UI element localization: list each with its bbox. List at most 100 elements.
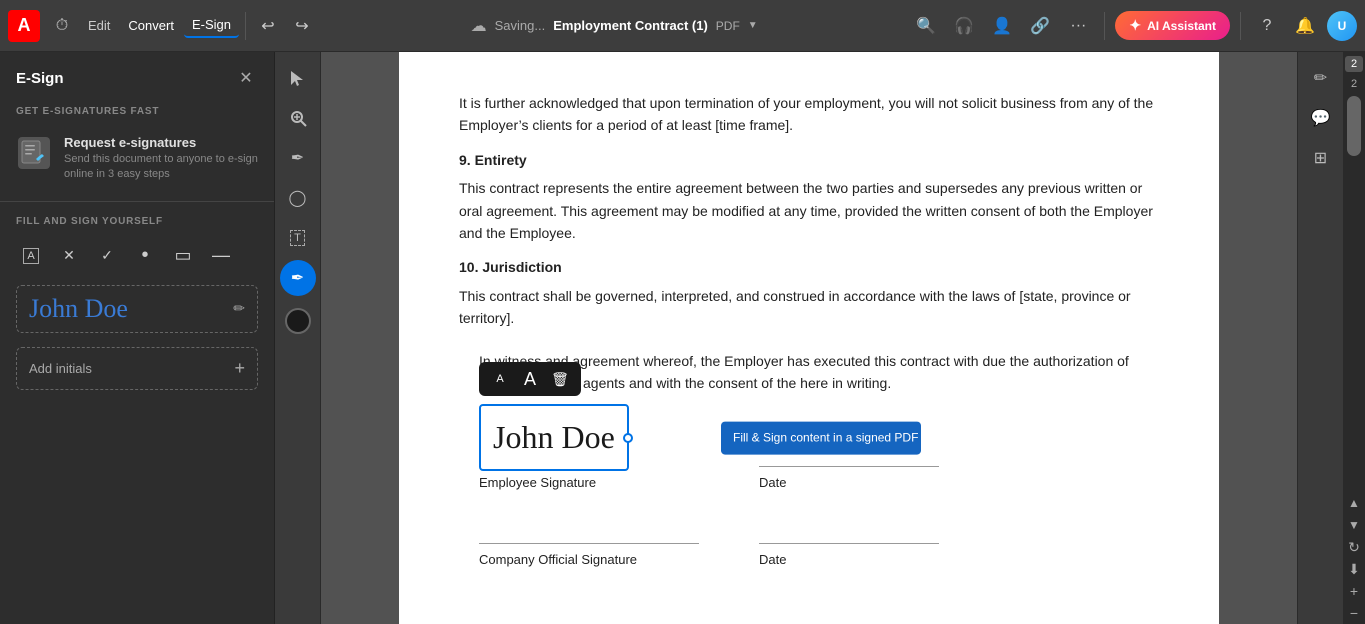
- cloud-icon: ☁: [471, 16, 487, 36]
- help-btn[interactable]: ?: [1251, 10, 1283, 42]
- text-tool-btn[interactable]: A: [16, 241, 46, 271]
- right-grid-btn[interactable]: ⊞: [1303, 140, 1339, 176]
- sig-delete-btn[interactable]: 🗑: [545, 366, 575, 392]
- zoom-out-btn[interactable]: −: [1343, 602, 1365, 624]
- page-number-badge: 2: [1345, 56, 1363, 72]
- request-desc: Send this document to anyone to e-sign o…: [64, 152, 258, 183]
- text-select-btn[interactable]: T: [280, 220, 316, 256]
- sig-resize-handle[interactable]: [623, 433, 633, 443]
- sig-tooltip-wrapper: Fill & Sign content in a signed PDF can’…: [721, 421, 921, 454]
- zoom-icon: [289, 109, 307, 127]
- right-edit-btn[interactable]: ✏: [1303, 60, 1339, 96]
- section9-text: This contract represents the entire agre…: [459, 177, 1159, 244]
- request-esignatures-card[interactable]: Request e-signatures Send this document …: [0, 125, 274, 193]
- acrobat-logo: A: [8, 10, 40, 42]
- cross-tool-btn[interactable]: ✕: [54, 241, 84, 271]
- main-toolbar: A ⏱ Edit Convert E-Sign ↩ ↪ ☁ Saving... …: [0, 0, 1365, 52]
- date2-field[interactable]: [759, 514, 939, 544]
- search-btn[interactable]: 🔍: [910, 10, 942, 42]
- check-tool-btn[interactable]: ✓: [92, 241, 122, 271]
- toolbar-divider-1: [245, 12, 246, 40]
- document-area: It is further acknowledged that upon ter…: [321, 52, 1297, 624]
- scroll-track: [1343, 92, 1365, 492]
- sig-font-small-btn[interactable]: A: [485, 366, 515, 392]
- esign-menu[interactable]: E-Sign: [184, 13, 239, 38]
- document-page: It is further acknowledged that upon ter…: [399, 52, 1219, 624]
- convert-menu[interactable]: Convert: [120, 14, 182, 37]
- preamble-paragraph: It is further acknowledged that upon ter…: [459, 92, 1159, 137]
- pen-tool-btn[interactable]: ✒: [280, 140, 316, 176]
- company-sig-field[interactable]: [479, 514, 699, 544]
- date2-col: Date: [759, 514, 939, 571]
- sig-font-large-btn[interactable]: A: [515, 366, 545, 392]
- link-btn[interactable]: 🔗: [1024, 10, 1056, 42]
- employee-sig-label: Employee Signature: [479, 473, 699, 494]
- more-btn[interactable]: ···: [1062, 10, 1094, 42]
- text-tool-icon: A: [23, 248, 38, 264]
- request-title: Request e-signatures: [64, 135, 258, 150]
- right-comment-btn[interactable]: 💬: [1303, 100, 1339, 136]
- download-btn[interactable]: ⬇: [1343, 558, 1365, 580]
- fill-tools-row: A ✕ ✓ • ▭ —: [0, 235, 274, 277]
- sidebar-close-btn[interactable]: ✕: [234, 66, 258, 90]
- add-initials-label: Add initials: [29, 361, 92, 376]
- employee-sig-col: John Doe Fill & Sign content in a signed…: [479, 404, 699, 494]
- request-icon-img: [18, 137, 50, 169]
- employee-sig-box[interactable]: John Doe: [479, 404, 629, 471]
- add-initials-btn[interactable]: Add initials +: [16, 347, 258, 390]
- cursor-tool-btn[interactable]: [280, 60, 316, 96]
- stamp-tool-btn[interactable]: ◯: [280, 180, 316, 216]
- ai-assistant-btn[interactable]: ✦ AI Assistant: [1115, 11, 1230, 40]
- signature-area: In witness and agreement whereof, the Em…: [459, 350, 1159, 572]
- scroll-up-btn[interactable]: ▲: [1343, 492, 1365, 514]
- doc-dropdown-arrow[interactable]: ▼: [748, 20, 758, 31]
- employee-sig-value: John Doe: [493, 419, 615, 455]
- refresh-btn[interactable]: ↻: [1343, 536, 1365, 558]
- ai-assistant-label: AI Assistant: [1147, 19, 1216, 33]
- tools-strip: ✒ ◯ T ✒: [275, 52, 321, 624]
- signature-edit-icon[interactable]: ✏: [233, 300, 245, 317]
- zoom-in-btn[interactable]: +: [1343, 580, 1365, 602]
- witness-text: In witness and agreement whereof, the Em…: [479, 350, 1159, 395]
- text-select-icon: T: [290, 230, 305, 246]
- redo-btn[interactable]: ↪: [286, 10, 318, 42]
- request-text: Request e-signatures Send this document …: [64, 135, 258, 183]
- page-num-display: 2: [1349, 76, 1359, 92]
- zoom-tool-btn[interactable]: [280, 100, 316, 136]
- dot-tool-btn[interactable]: •: [130, 241, 160, 271]
- get-signatures-label: GET E-SIGNATURES FAST: [0, 100, 274, 125]
- user-avatar: U: [1327, 11, 1357, 41]
- toolbar-right: 🔍 🎧 👤 🔗 ··· ✦ AI Assistant ? 🔔 U: [910, 10, 1357, 42]
- doc-title: Employment Contract (1): [553, 18, 708, 33]
- company-sig-label: Company Official Signature: [479, 550, 699, 571]
- saving-text: Saving...: [495, 18, 546, 33]
- date2-label: Date: [759, 550, 939, 571]
- main-area: E-Sign ✕ GET E-SIGNATURES FAST Request e…: [0, 52, 1365, 624]
- request-esign-icon-svg: [20, 139, 48, 167]
- bell-btn[interactable]: 🔔: [1289, 10, 1321, 42]
- line-tool-btn[interactable]: —: [206, 241, 236, 271]
- esign-active-btn[interactable]: ✒: [280, 260, 316, 296]
- sig-toolbar-container: A A 🗑 John Doe: [479, 404, 1159, 494]
- color-swatch-container: [285, 308, 311, 334]
- add-initials-icon: +: [234, 358, 245, 379]
- toolbar-center: ☁ Saving... Employment Contract (1) PDF …: [322, 16, 906, 36]
- history-btn[interactable]: ⏱: [46, 10, 78, 42]
- scroll-thumb[interactable]: [1347, 96, 1361, 156]
- ai-icon: ✦: [1129, 17, 1141, 34]
- headphone-btn[interactable]: 🎧: [948, 10, 980, 42]
- sig-row-2: Company Official Signature Date: [479, 514, 1159, 571]
- signature-display: John Doe: [29, 294, 128, 324]
- account-btn[interactable]: 👤: [986, 10, 1018, 42]
- edit-menu[interactable]: Edit: [80, 14, 118, 37]
- toolbar-divider-3: [1240, 12, 1241, 40]
- color-swatch[interactable]: [285, 308, 311, 334]
- fill-sign-label: FILL AND SIGN YOURSELF: [0, 210, 274, 235]
- sig-box-container: John Doe Fill & Sign content in a signed…: [479, 404, 699, 471]
- rect-tool-btn[interactable]: ▭: [168, 241, 198, 271]
- sig-tooltip: Fill & Sign content in a signed PDF can’…: [721, 421, 921, 454]
- undo-redo-group: ↩ ↪: [252, 10, 318, 42]
- signature-card[interactable]: John Doe ✏: [16, 285, 258, 333]
- undo-btn[interactable]: ↩: [252, 10, 284, 42]
- scroll-down-btn[interactable]: ▼: [1343, 514, 1365, 536]
